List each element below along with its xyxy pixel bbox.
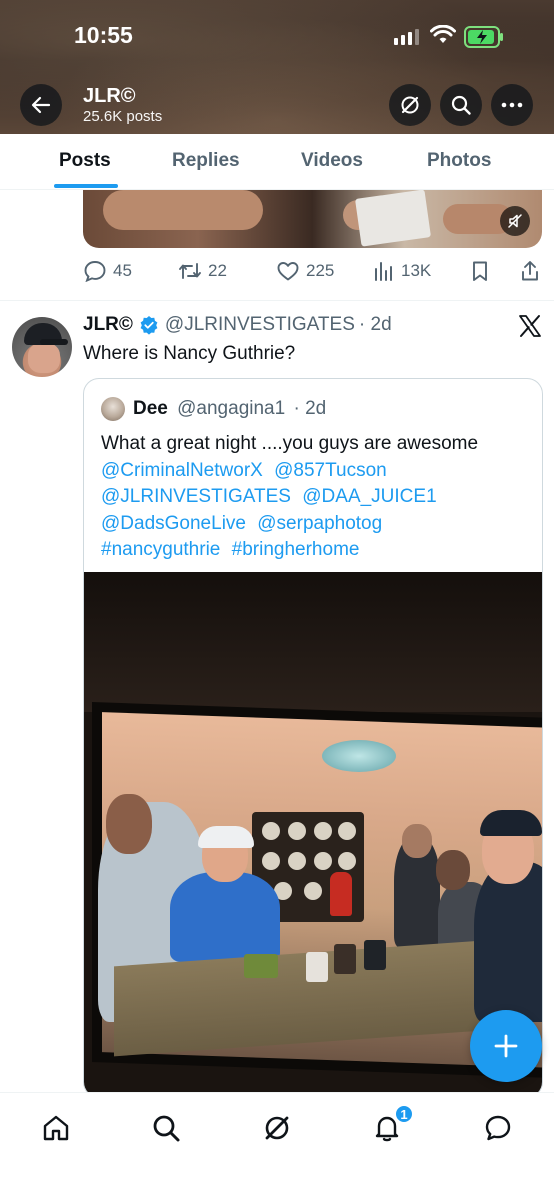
mention-link[interactable]: @DAA_JUICE1	[302, 486, 436, 507]
tab-videos[interactable]: Videos	[301, 150, 363, 172]
like-button[interactable]: 225	[276, 260, 334, 282]
search-icon	[451, 95, 471, 115]
tab-photos[interactable]: Photos	[427, 150, 491, 172]
quote-text-intro: What a great night ....you guys are awes…	[101, 433, 479, 454]
quote-author-avatar[interactable]	[101, 397, 125, 421]
tab-replies[interactable]: Replies	[172, 150, 240, 172]
heart-icon	[277, 262, 299, 281]
notification-badge: 1	[394, 1104, 414, 1124]
active-tab-indicator	[54, 184, 118, 188]
quoted-post[interactable]: Dee @angagina1 · 2d What a great night .…	[83, 378, 543, 1098]
quote-time: · 2d	[293, 398, 327, 419]
post-header: JLR© @JLRINVESTIGATES · 2d	[83, 314, 392, 336]
nav-messages[interactable]	[481, 1111, 515, 1145]
speaker-muted-icon	[508, 214, 522, 228]
profile-header: 10:55 JLR© 25.6K posts	[0, 0, 554, 134]
post-text: Where is Nancy Guthrie?	[83, 343, 296, 364]
author-name[interactable]: JLR©	[83, 314, 133, 336]
grok-icon	[401, 96, 419, 114]
like-count: 225	[306, 261, 335, 280]
mention-link[interactable]: @JLRINVESTIGATES	[101, 486, 291, 507]
home-icon	[43, 1115, 69, 1141]
battery-icon	[464, 26, 503, 48]
grok-button[interactable]	[389, 84, 431, 126]
more-icon	[501, 102, 523, 108]
quote-header: Dee @angagina1 · 2d	[133, 398, 326, 420]
compose-button[interactable]	[470, 1010, 542, 1082]
quote-author-name: Dee	[133, 398, 168, 419]
profile-tabs: Posts Replies Videos Photos	[0, 134, 554, 190]
search-icon	[153, 1115, 180, 1142]
back-button[interactable]	[20, 84, 62, 126]
header-title: JLR© 25.6K posts	[83, 84, 162, 126]
status-bar: 10:55	[0, 0, 554, 70]
bookmark-button[interactable]	[470, 260, 490, 282]
quote-photo[interactable]	[84, 572, 542, 1097]
post-time: · 2d	[358, 314, 392, 335]
plus-icon	[494, 1034, 518, 1058]
bottom-navigation	[0, 1092, 554, 1200]
views-count: 13K	[401, 261, 432, 280]
hashtag-link[interactable]: #nancyguthrie	[101, 539, 220, 560]
mention-link[interactable]: @CriminalNetworX	[101, 460, 263, 481]
views-button[interactable]: 13K	[373, 260, 431, 282]
nav-grok[interactable]	[260, 1111, 294, 1145]
reply-count: 45	[113, 261, 132, 280]
share-button[interactable]	[520, 260, 540, 282]
author-avatar[interactable]	[12, 317, 72, 377]
nav-search[interactable]	[149, 1111, 183, 1145]
message-icon	[485, 1115, 511, 1141]
author-handle[interactable]: @JLRINVESTIGATES	[165, 314, 355, 336]
bookmark-icon	[473, 261, 487, 281]
grok-icon	[265, 1116, 289, 1140]
previous-post-actions: 45 22 225 13K	[0, 260, 554, 284]
reply-button[interactable]: 45	[83, 260, 132, 282]
x-logo-icon	[519, 315, 541, 337]
more-button[interactable]	[491, 84, 533, 126]
nav-home[interactable]	[39, 1111, 73, 1145]
mute-button[interactable]	[500, 206, 530, 236]
verified-badge-icon	[140, 316, 158, 335]
quote-text: What a great night ....you guys are awes…	[101, 431, 531, 564]
header-post-count: 25.6K posts	[83, 108, 163, 125]
post-separator	[0, 300, 554, 301]
search-button[interactable]	[440, 84, 482, 126]
previous-post-video[interactable]	[83, 190, 542, 248]
mention-link[interactable]: @857Tucson	[274, 460, 387, 481]
header-name: JLR©	[83, 85, 136, 107]
hashtag-link[interactable]: #bringherhome	[232, 539, 360, 560]
views-chart-icon	[375, 262, 392, 281]
mention-link[interactable]: @DadsGoneLive	[101, 513, 246, 534]
repost-count: 22	[208, 261, 227, 280]
mention-link[interactable]: @serpaphotog	[257, 513, 382, 534]
reply-icon	[84, 261, 106, 282]
repost-icon	[179, 263, 201, 279]
status-time: 10:55	[74, 22, 133, 48]
tab-posts[interactable]: Posts	[59, 150, 111, 172]
repost-button[interactable]: 22	[178, 260, 227, 282]
cellular-signal-icon	[394, 29, 419, 45]
arrow-left-icon	[31, 96, 51, 114]
quote-author-handle: @angagina1	[177, 398, 286, 419]
wifi-icon	[430, 25, 456, 43]
share-icon	[522, 261, 538, 281]
